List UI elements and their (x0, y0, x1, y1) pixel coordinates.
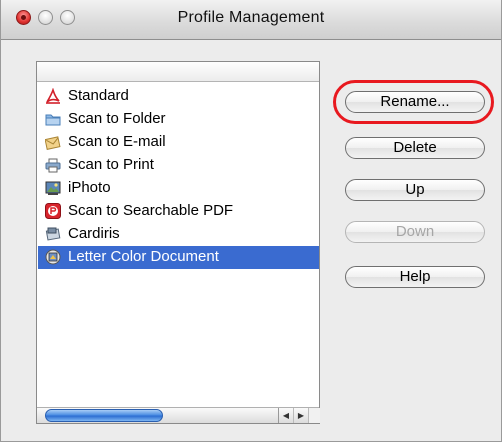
list-item-label: Standard (68, 87, 129, 104)
acrobat-pdf-icon (46, 88, 60, 104)
list-item-label: iPhoto (68, 179, 111, 196)
up-button[interactable]: Up (345, 179, 485, 201)
list-item-cardiris[interactable]: Cardiris (41, 223, 318, 246)
list-item-scan-to-searchable-pdf[interactable]: Scan to Searchable PDF (41, 200, 318, 223)
scroll-right-arrow-icon[interactable]: ▶ (293, 408, 308, 423)
help-button[interactable]: Help (345, 266, 485, 288)
list-item-label: Scan to E-mail (68, 133, 166, 150)
cardiris-icon (45, 227, 61, 241)
list-item-standard[interactable]: Standard (41, 85, 318, 108)
list-item-scan-to-print[interactable]: Scan to Print (41, 154, 318, 177)
list-item-label: Cardiris (68, 225, 120, 242)
scanner-document-icon (45, 249, 61, 265)
printer-icon (45, 158, 61, 173)
title-bar[interactable]: Profile Management (1, 0, 501, 40)
window-title: Profile Management (177, 9, 325, 26)
scrollbar-thumb[interactable] (45, 409, 163, 422)
profile-list[interactable]: Standard Scan to Folder Scan to E-mail S… (36, 61, 320, 424)
scrollbar-corner (308, 408, 320, 423)
horizontal-scrollbar[interactable]: ◀ ▶ (37, 407, 320, 423)
folder-icon (45, 114, 61, 126)
list-column-header[interactable] (37, 62, 319, 82)
profile-management-window: Profile Management Standard Scan to Fold… (0, 0, 502, 442)
rename-button[interactable]: Rename... (345, 91, 485, 113)
list-item-label: Letter Color Document (68, 248, 219, 265)
down-button[interactable]: Down (345, 221, 485, 243)
list-item-label: Scan to Folder (68, 110, 166, 127)
searchable-pdf-icon (45, 203, 61, 219)
list-item-label: Scan to Searchable PDF (68, 202, 234, 219)
list-item-label: Scan to Print (68, 156, 154, 173)
email-icon (45, 136, 61, 150)
list-item-iphoto[interactable]: iPhoto (41, 177, 318, 200)
iphoto-icon (45, 181, 61, 195)
list-item-scan-to-folder[interactable]: Scan to Folder (41, 108, 318, 131)
list-item-letter-color-document[interactable]: Letter Color Document (38, 246, 319, 269)
scroll-left-arrow-icon[interactable]: ◀ (278, 408, 293, 423)
list-item-scan-to-email[interactable]: Scan to E-mail (41, 131, 318, 154)
delete-button[interactable]: Delete (345, 137, 485, 159)
